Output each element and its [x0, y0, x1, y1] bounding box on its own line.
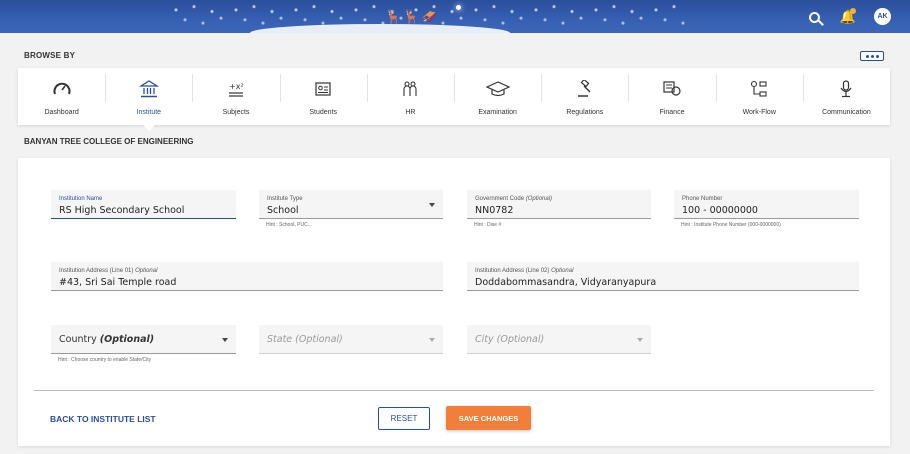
- nav-item-examination[interactable]: Examination: [454, 68, 541, 125]
- field-value: RS High Secondary School: [59, 205, 185, 216]
- field-placeholder: City (Optional): [475, 333, 545, 345]
- nav-item-label: Subjects: [222, 109, 250, 116]
- microphone-icon: [836, 80, 856, 100]
- field-value: 100 - 00000000: [682, 205, 758, 216]
- nav-item-subjects[interactable]: +x² Subjects: [192, 68, 279, 125]
- nav-item-finance[interactable]: Finance: [628, 68, 715, 125]
- divider: [34, 390, 874, 391]
- field-placeholder: State (Optional): [267, 333, 343, 345]
- field-label: Institution Address (Line 01) Optional: [59, 268, 158, 274]
- subjects-icon: +x²: [226, 80, 246, 100]
- chevron-down-icon: [222, 338, 228, 342]
- country-select[interactable]: Country (Optional): [51, 325, 236, 354]
- field-label: Government Code (Optional): [475, 196, 553, 202]
- nav-item-label: Students: [309, 109, 338, 116]
- save-changes-button[interactable]: SAVE CHANGES: [446, 406, 531, 430]
- state-select[interactable]: State (Optional): [259, 325, 443, 354]
- reset-button[interactable]: RESET: [378, 407, 430, 430]
- more-dots-icon[interactable]: [860, 51, 884, 61]
- chevron-down-icon: [429, 203, 435, 207]
- nav-item-label: Dashboard: [44, 109, 79, 116]
- field-label: Institution Address (Line 02) Optional: [475, 268, 574, 274]
- browse-nav: Dashboard Institute +x² Subjects Student…: [18, 68, 890, 131]
- field-hint: Hint : Institute Phone Number (000-00000…: [681, 222, 781, 228]
- chevron-down-icon: [637, 338, 643, 342]
- field-placeholder: Country (Optional): [59, 333, 155, 345]
- phone-number-field[interactable]: Phone Number 100 - 00000000: [674, 190, 859, 219]
- nav-item-label: Communication: [822, 109, 871, 116]
- nav-item-label: Work-Flow: [742, 109, 776, 116]
- search-icon[interactable]: [804, 7, 824, 27]
- workflow-icon: [749, 80, 769, 100]
- field-hint: Hint : School, PUC...: [266, 222, 312, 228]
- people-icon: [400, 80, 420, 100]
- institution-name-field[interactable]: Institution Name RS High Secondary Schoo…: [51, 190, 236, 219]
- nav-item-label: HR: [405, 109, 416, 116]
- field-hint: Hint : Dise #: [474, 222, 502, 228]
- gavel-icon: [575, 78, 595, 100]
- nav-item-communication[interactable]: Communication: [802, 68, 890, 125]
- field-value: #43, Sri Sai Temple road: [59, 277, 177, 288]
- field-label: Phone Number: [682, 196, 723, 202]
- address-line2-field[interactable]: Institution Address (Line 02) Optional D…: [467, 262, 859, 291]
- back-to-institute-list-link[interactable]: BACK TO INSTITUTE LIST: [50, 414, 156, 424]
- notification-bell-icon[interactable]: 🔔: [838, 7, 858, 27]
- avatar[interactable]: AK: [874, 8, 891, 25]
- graduation-cap-icon: [485, 80, 511, 100]
- top-app-bar: 🦌🦌🛷 🔔 AK: [0, 0, 910, 33]
- nav-item-dashboard[interactable]: Dashboard: [18, 68, 105, 125]
- field-label: Institution Name: [59, 196, 103, 202]
- nav-item-institute[interactable]: Institute: [105, 68, 192, 131]
- nav-item-hr[interactable]: HR: [366, 68, 454, 125]
- nav-item-students[interactable]: Students: [279, 68, 367, 125]
- institution-icon: [138, 80, 160, 100]
- nav-item-label: Regulations: [566, 109, 604, 116]
- field-value: School: [267, 205, 299, 216]
- star-icon: [456, 5, 461, 10]
- nav-item-label: Examination: [478, 109, 517, 116]
- field-hint: Hint : Choose country to enable State/Ci…: [58, 357, 152, 363]
- field-value: Doddabommasandra, Vidyaranyapura: [475, 277, 657, 288]
- student-card-icon: [313, 80, 333, 100]
- field-label: Institute Type: [267, 196, 303, 202]
- field-value: NN0782: [475, 205, 514, 216]
- money-icon: [662, 80, 682, 100]
- browse-by-heading: BROWSE BY: [24, 51, 76, 60]
- page-title: BANYAN TREE COLLEGE OF ENGINEERING: [24, 137, 194, 146]
- city-select[interactable]: City (Optional): [467, 325, 651, 354]
- sleigh-icon: 🦌🦌🛷: [385, 9, 440, 24]
- government-code-field[interactable]: Government Code (Optional) NN0782: [467, 190, 651, 219]
- nav-item-regulations[interactable]: Regulations: [541, 68, 628, 125]
- nav-item-workflow[interactable]: Work-Flow: [715, 68, 803, 125]
- svg-text:+x²: +x²: [229, 82, 244, 91]
- chevron-down-icon: [429, 338, 435, 342]
- institute-form-card: Institution Name RS High Secondary Schoo…: [18, 158, 890, 446]
- speedometer-icon: [52, 80, 72, 100]
- nav-item-label: Finance: [659, 109, 685, 116]
- institute-type-select[interactable]: Institute Type School: [259, 190, 443, 219]
- address-line1-field[interactable]: Institution Address (Line 01) Optional #…: [51, 262, 443, 291]
- nav-item-label: Institute: [136, 109, 162, 116]
